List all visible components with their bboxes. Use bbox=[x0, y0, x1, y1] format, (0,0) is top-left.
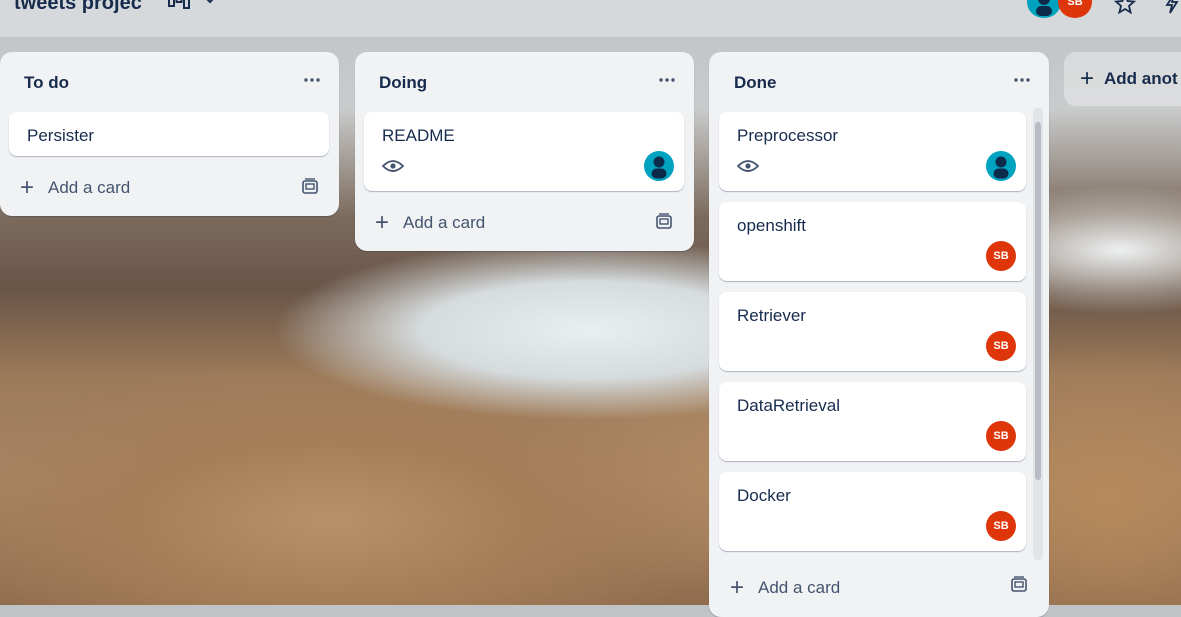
add-card-label: Add a card bbox=[758, 578, 841, 597]
plus-icon: + bbox=[20, 174, 35, 201]
star-icon[interactable] bbox=[1114, 0, 1136, 14]
card-title: Persister bbox=[27, 126, 95, 145]
card[interactable]: Docker SB bbox=[719, 472, 1026, 551]
card-title: openshift bbox=[737, 216, 806, 235]
bolt-icon[interactable] bbox=[1162, 0, 1181, 14]
plus-icon: + bbox=[375, 209, 390, 236]
board-header: tweets projec SB bbox=[0, 0, 1181, 37]
member-avatar[interactable] bbox=[644, 151, 674, 181]
list-title[interactable]: Doing bbox=[379, 73, 427, 93]
card-title: README bbox=[382, 126, 455, 145]
card-title: Docker bbox=[737, 486, 791, 505]
more-icon[interactable] bbox=[658, 72, 676, 88]
card[interactable]: Preprocessor bbox=[719, 112, 1026, 191]
card-template-icon[interactable] bbox=[1010, 576, 1028, 594]
card[interactable]: Retriever SB bbox=[719, 292, 1026, 371]
plus-icon: + bbox=[730, 574, 745, 601]
card[interactable]: Persister bbox=[9, 112, 329, 156]
list-scrollbar[interactable] bbox=[1033, 108, 1043, 560]
card[interactable]: DataRetrieval SB bbox=[719, 382, 1026, 461]
person-avatar-icon bbox=[993, 156, 1009, 179]
member-avatar-sb[interactable]: SB bbox=[986, 241, 1016, 271]
board-title[interactable]: tweets projec bbox=[14, 0, 142, 15]
card-template-icon[interactable] bbox=[301, 178, 319, 196]
board-view-icon[interactable] bbox=[168, 0, 190, 10]
person-avatar-icon bbox=[651, 156, 667, 179]
list-done: Done Preprocessor openshift SB Retriever… bbox=[709, 52, 1049, 617]
watch-eye-icon bbox=[737, 160, 759, 172]
member-avatar-sb[interactable]: SB bbox=[986, 511, 1016, 541]
card[interactable]: openshift SB bbox=[719, 202, 1026, 281]
person-avatar-icon bbox=[1036, 0, 1052, 16]
card[interactable]: README bbox=[364, 112, 684, 191]
member-avatar[interactable] bbox=[1027, 0, 1061, 18]
member-avatar-sb[interactable]: SB bbox=[986, 331, 1016, 361]
chevron-down-icon[interactable] bbox=[202, 0, 218, 6]
add-card-label: Add a card bbox=[403, 213, 486, 232]
card-title: Retriever bbox=[737, 306, 806, 325]
more-icon[interactable] bbox=[1013, 72, 1031, 88]
add-list-button[interactable]: + Add anot bbox=[1064, 52, 1181, 106]
add-card-button[interactable]: + Add a card bbox=[20, 176, 130, 200]
add-card-button[interactable]: + Add a card bbox=[375, 211, 485, 235]
list-title[interactable]: To do bbox=[24, 73, 69, 93]
member-avatar-sb[interactable]: SB bbox=[986, 421, 1016, 451]
card-title: Preprocessor bbox=[737, 126, 839, 145]
watch-eye-icon bbox=[382, 160, 404, 172]
member-avatar[interactable] bbox=[986, 151, 1016, 181]
member-avatar-sb[interactable]: SB bbox=[1058, 0, 1092, 18]
card-template-icon[interactable] bbox=[655, 213, 673, 231]
scrollbar-thumb[interactable] bbox=[1035, 122, 1041, 480]
add-list-clip: + Add anot bbox=[1064, 52, 1181, 106]
list-to-do: To do Persister + Add a card bbox=[0, 52, 339, 216]
add-list-label: Add anot bbox=[1104, 69, 1178, 88]
card-title: DataRetrieval bbox=[737, 396, 840, 415]
list-title[interactable]: Done bbox=[734, 73, 777, 93]
list-doing: Doing README + Add a card bbox=[355, 52, 694, 251]
more-icon[interactable] bbox=[303, 72, 321, 88]
add-card-button[interactable]: + Add a card bbox=[730, 576, 840, 600]
plus-icon: + bbox=[1080, 65, 1095, 92]
add-card-label: Add a card bbox=[48, 178, 131, 197]
